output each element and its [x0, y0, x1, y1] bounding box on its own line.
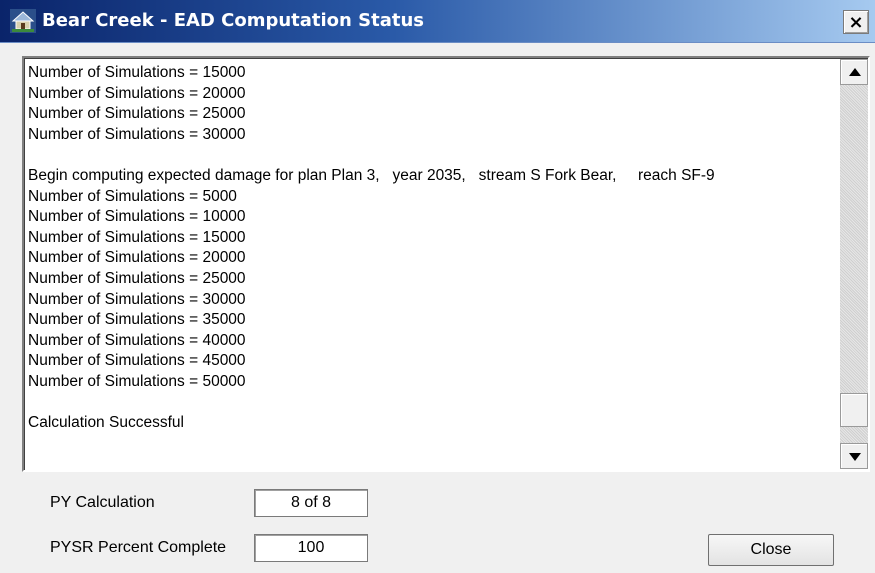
log-line: Number of Simulations = 5000 — [28, 187, 237, 205]
log-line: Number of Simulations = 20000 — [28, 84, 246, 102]
log-line: Number of Simulations = 30000 — [28, 125, 246, 143]
pysr-percent-label: PYSR Percent Complete — [50, 539, 227, 556]
scroll-thumb[interactable] — [840, 392, 868, 427]
pysr-percent-field: 100 — [254, 534, 368, 562]
log-line: Number of Simulations = 40000 — [28, 331, 246, 349]
window-close-button[interactable]: × — [843, 10, 869, 34]
log-line: Number of Simulations = 50000 — [28, 372, 246, 390]
log-line: Number of Simulations = 25000 — [28, 105, 246, 123]
log-line: Number of Simulations = 30000 — [28, 290, 246, 308]
py-calculation-label: PY Calculation — [50, 494, 155, 511]
log-line: Number of Simulations = 10000 — [28, 208, 246, 226]
window-title: Bear Creek - EAD Computation Status — [42, 10, 424, 31]
log-line: Number of Simulations = 35000 — [28, 311, 246, 329]
close-button[interactable]: Close — [708, 534, 834, 566]
log-line: Number of Simulations = 45000 — [28, 352, 246, 370]
scroll-down-button[interactable] — [840, 443, 868, 469]
house-icon — [10, 9, 36, 33]
log-line: Begin computing expected damage for plan… — [28, 166, 715, 184]
log-line: Number of Simulations = 25000 — [28, 269, 246, 287]
log-line: Number of Simulations = 20000 — [28, 249, 246, 267]
log-line: Number of Simulations = 15000 — [28, 64, 246, 81]
log-line: Number of Simulations = 15000 — [28, 228, 246, 246]
title-bar: Bear Creek - EAD Computation Status × — [0, 0, 875, 43]
arrow-up-icon — [849, 68, 861, 76]
py-calculation-field: 8 of 8 — [254, 489, 368, 517]
status-log[interactable]: Number of Simulations = 15000 Number of S… — [22, 56, 870, 472]
scroll-up-button[interactable] — [840, 59, 868, 85]
arrow-down-icon — [849, 453, 861, 461]
log-lines: Number of Simulations = 15000 Number of S… — [28, 63, 836, 434]
log-line: Calculation Successful — [28, 414, 184, 432]
vertical-scrollbar[interactable] — [840, 59, 868, 469]
